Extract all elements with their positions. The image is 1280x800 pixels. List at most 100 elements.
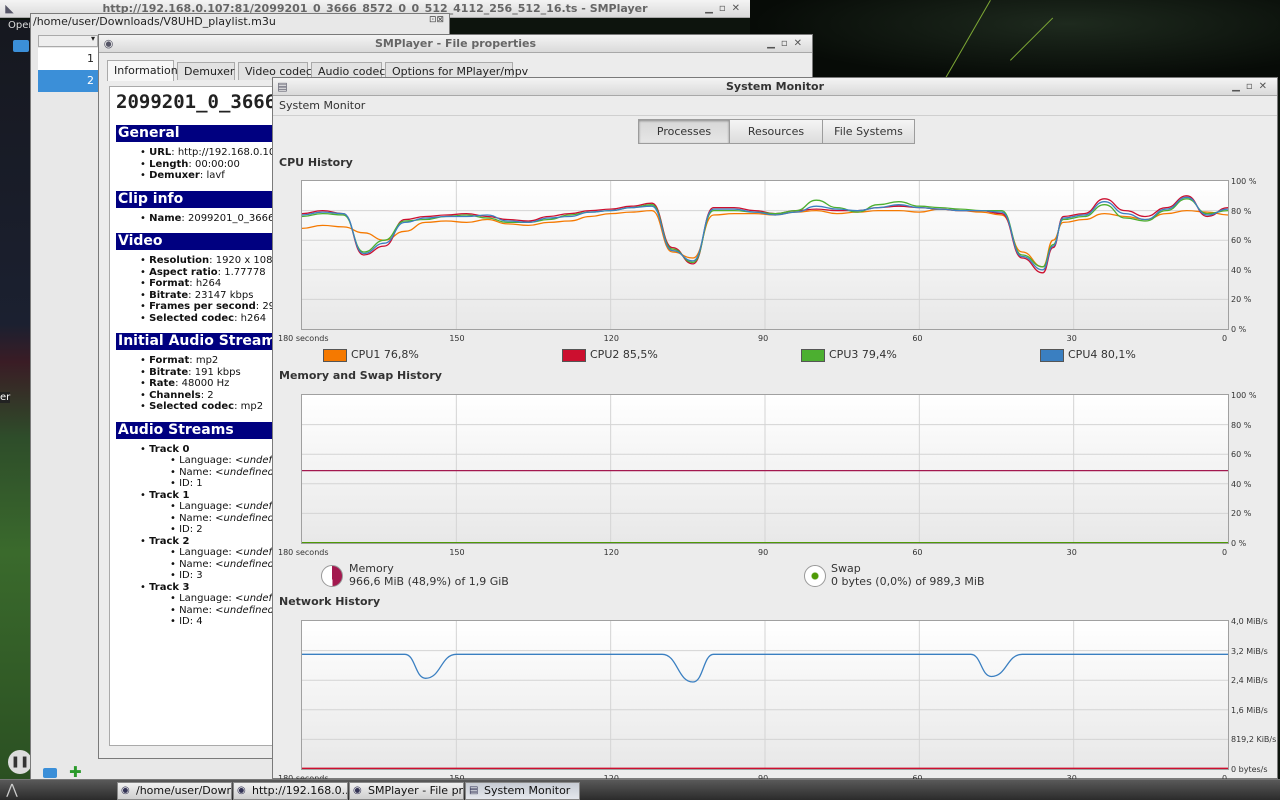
y-tick-label: 4,0 MiB/s — [1231, 617, 1268, 626]
y-tick-label: 819,2 KiB/s — [1231, 735, 1277, 745]
video-area[interactable]: Oper er ❚❚ — [0, 20, 34, 780]
clip-info-list: • Name: 2099201_0_3666_8 — [116, 212, 286, 225]
initial-audio-list: • Format: mp2 • Bitrate: 191 kbps • Rate… — [116, 355, 282, 413]
y-tick-label: 2,4 MiB/s — [1231, 676, 1268, 686]
x-tick-label: 120 — [603, 334, 619, 343]
section-clip-info: Clip info — [116, 190, 282, 208]
playlist-header[interactable]: ▾ — [38, 34, 98, 47]
video-list: • Resolution: 1920 x 1080 • Aspect ratio… — [116, 255, 285, 324]
playlist-row-selected[interactable]: 2 — [38, 70, 98, 92]
list-item: • URL: http://192.168.0.107:8 — [140, 147, 289, 158]
list-item: • Resolution: 1920 x 1080 — [140, 255, 279, 266]
cpu-history-heading: CPU History — [279, 156, 353, 169]
x-tick-label: 30 — [1066, 334, 1077, 343]
list-item: • ID: 3 — [170, 570, 203, 581]
x-tick-label: 90 — [758, 334, 769, 343]
window-icon: ◉ — [353, 785, 362, 796]
list-item: • Name: 2099201_0_3666_8 — [140, 212, 286, 224]
legend-swatch-cpu2[interactable] — [562, 349, 586, 362]
x-tick-label: 60 — [912, 548, 923, 557]
section-general: General — [116, 125, 282, 142]
y-tick-label: 60 % — [1231, 450, 1252, 460]
window-icon: ▤ — [469, 785, 479, 796]
list-item: • Frames per second: 29.9 — [140, 301, 285, 312]
track-item: • Track 2 — [140, 535, 190, 547]
track-item: • Track 0 — [140, 443, 190, 455]
list-item: • Aspect ratio: 1.77778 — [140, 266, 266, 278]
y-tick-label: 0 bytes/s — [1231, 765, 1268, 774]
file-heading: 2099201_0_3666 — [116, 91, 277, 113]
system-monitor-title: System Monitor — [726, 80, 824, 93]
y-tick-label: 1,6 MiB/s — [1231, 705, 1268, 715]
x-tick-label: 30 — [1066, 548, 1077, 557]
tab-file-systems[interactable]: File Systems — [822, 119, 915, 144]
menu-system-monitor[interactable]: System Monitor — [279, 99, 365, 112]
y-tick-label: 3,2 MiB/s — [1231, 646, 1268, 656]
memory-graph — [301, 394, 1229, 544]
legend-label-cpu1: CPU1 76,8% — [351, 348, 419, 361]
playlist-row[interactable]: 1 — [38, 48, 98, 70]
playlist-close-icons[interactable]: ⊡⊠ — [429, 15, 444, 25]
list-item: • Format: mp2 — [140, 355, 219, 366]
list-item: • Language: <undefine — [170, 593, 288, 604]
network-history-heading: Network History — [279, 595, 381, 608]
y-tick-label: 20 % — [1231, 509, 1252, 519]
menu-open-label[interactable]: Oper — [8, 20, 32, 31]
section-video: Video — [116, 233, 282, 250]
information-panel: 2099201_0_3666 General • URL: http://192… — [109, 86, 289, 746]
memory-label: Memory — [349, 562, 394, 575]
chevron-down-icon: ▾ — [90, 34, 95, 43]
swap-label: Swap — [831, 562, 861, 575]
legend-swatch-cpu1[interactable] — [323, 349, 347, 362]
system-monitor-window: ▤ System Monitor ▁▫✕ System Monitor Proc… — [272, 77, 1278, 783]
x-tick-label: 120 — [603, 548, 619, 557]
x-tick-label: 90 — [758, 548, 769, 557]
start-menu-icon[interactable]: ⋀ — [2, 781, 22, 799]
tab-processes[interactable]: Processes — [638, 119, 730, 144]
swap-pie-icon — [804, 565, 826, 587]
list-item: • Rate: 48000 Hz — [140, 378, 230, 389]
tab-resources[interactable]: Resources — [729, 119, 823, 144]
tab-information[interactable]: Information — [107, 60, 178, 81]
list-item: • Name: <undefined> — [170, 512, 283, 524]
taskbar-item-smplayer[interactable]: ◉ http://192.168.0.... — [233, 782, 348, 800]
window-controls[interactable]: ▁▫✕ — [705, 0, 746, 17]
section-initial-audio: Initial Audio Stream — [116, 333, 282, 350]
y-tick-label: 80 % — [1231, 420, 1252, 430]
y-tick-label: 40 % — [1231, 479, 1252, 489]
list-item: • Name: <undefined> — [170, 466, 283, 478]
list-item: • Selected codec: h264 — [140, 312, 267, 324]
list-item: • ID: 4 — [170, 616, 203, 627]
audio-streams-list: • Track 0 • Language: <undefine • Name: … — [116, 443, 288, 628]
list-item: • Bitrate: 23147 kbps — [140, 289, 254, 301]
window-controls[interactable]: ▁▫✕ — [1232, 78, 1273, 95]
network-graph — [301, 620, 1229, 770]
list-item: • Channels: 2 — [140, 389, 214, 401]
taskbar-item-file-properties[interactable]: ◉ SMPlayer - File pr... — [349, 782, 464, 800]
playlist-folder-icon[interactable] — [43, 768, 57, 778]
taskbar-item-playlist[interactable]: ◉/home/user/Downl... — [117, 782, 232, 800]
desktop-background — [750, 0, 1280, 80]
view-tabs: Processes Resources File Systems — [638, 119, 916, 145]
taskbar-item-system-monitor[interactable]: ▤ System Monitor — [465, 782, 580, 800]
legend-swatch-cpu4[interactable] — [1040, 349, 1064, 362]
window-icon: ◉ — [237, 785, 246, 796]
pause-button[interactable]: ❚❚ — [8, 750, 32, 774]
system-monitor-titlebar[interactable]: ▤ System Monitor ▁▫✕ — [273, 78, 1277, 96]
legend-swatch-cpu3[interactable] — [801, 349, 825, 362]
menubar-divider — [273, 115, 1277, 116]
file-properties-titlebar[interactable]: ◉ SMPlayer - File properties ▁▫✕ — [99, 35, 812, 53]
list-item: • ID: 1 — [170, 478, 203, 489]
swap-value: 0 bytes (0,0%) of 989,3 MiB — [831, 575, 985, 588]
x-tick-label: 150 — [449, 334, 465, 343]
y-tick-label: 80 % — [1231, 206, 1252, 216]
folder-icon — [13, 40, 29, 52]
memory-pie-icon — [321, 565, 343, 587]
window-controls[interactable]: ▁▫✕ — [767, 35, 808, 52]
y-tick-label: 40 % — [1231, 265, 1252, 275]
tab-demuxer[interactable]: Demuxer — [177, 62, 235, 80]
y-tick-label: 60 % — [1231, 236, 1252, 246]
memory-history-heading: Memory and Swap History — [279, 369, 442, 382]
playlist-title: /home/user/Downloads/V8UHD_playlist.m3u — [33, 15, 276, 28]
y-tick-label: 100 % — [1231, 391, 1257, 400]
